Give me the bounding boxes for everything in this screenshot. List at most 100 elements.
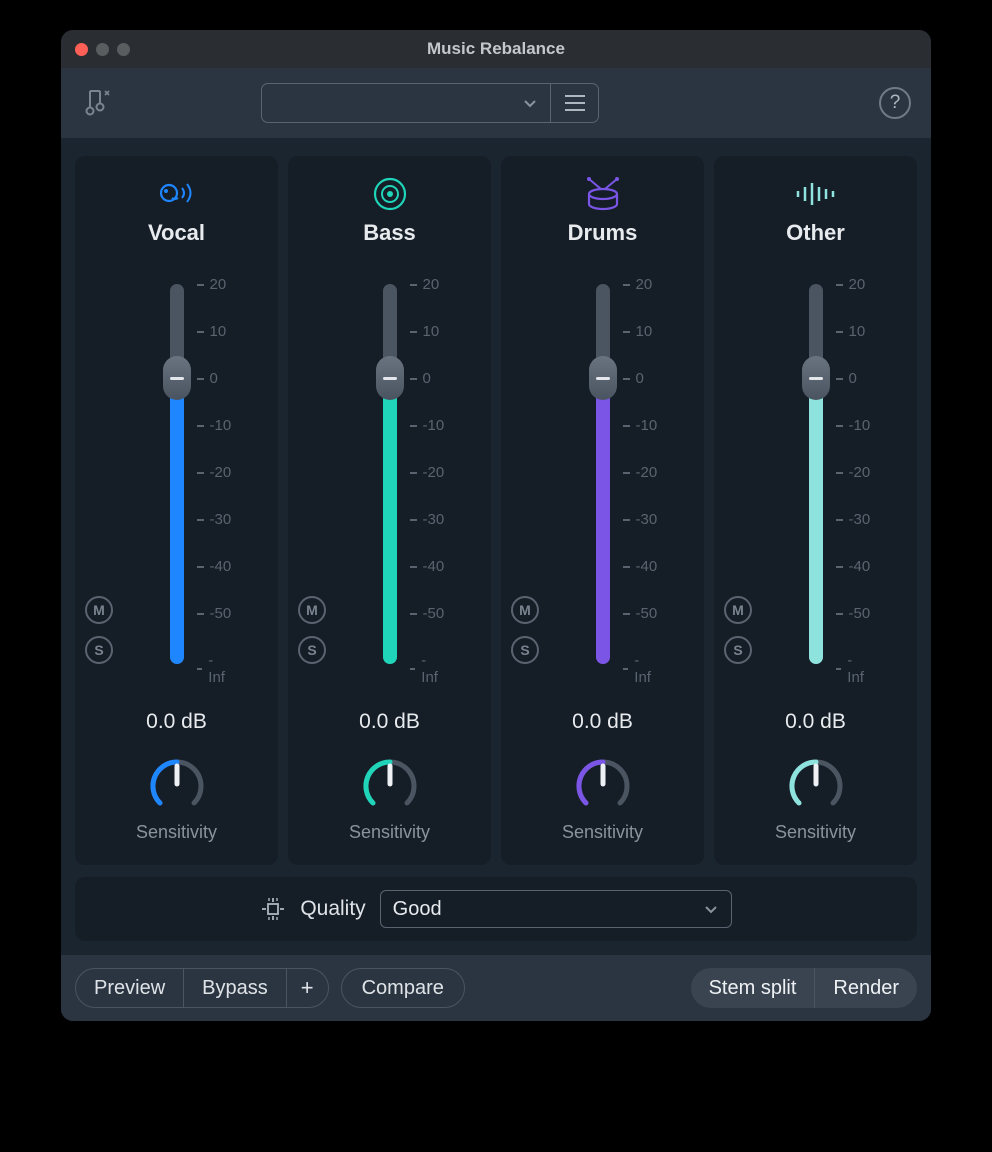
gain-value: 0.0 dB (359, 710, 420, 734)
hamburger-icon (564, 94, 586, 112)
gain-slider[interactable]: 20100-10-20-30-40-50-Inf M S (288, 284, 491, 674)
gain-value: 0.0 dB (572, 710, 633, 734)
scale-tick: 10 (197, 323, 227, 340)
scale-tick: -20 (623, 464, 658, 481)
channel-strips: Vocal 20 10 0 -10 -20 -30 -40 -50 -Inf M S 0.0 d… (75, 156, 917, 865)
scale-tick: -50 (836, 605, 871, 622)
content: Vocal 20 10 0 -10 -20 -30 -40 -50 -Inf M S 0.0 d… (61, 138, 931, 955)
scale-tick: -20 (410, 464, 445, 481)
window-title: Music Rebalance (61, 39, 931, 59)
titlebar: Music Rebalance (61, 30, 931, 68)
help-button[interactable]: ? (879, 87, 911, 119)
stem-split-button[interactable]: Stem split (691, 968, 816, 1008)
channel-name: Drums (568, 220, 638, 246)
vocal-icon (155, 174, 199, 214)
gain-value: 0.0 dB (785, 710, 846, 734)
scale-tick: -30 (410, 511, 445, 528)
mute-button[interactable]: M (85, 596, 113, 624)
other-icon (793, 174, 839, 214)
scale-tick: 20 (836, 276, 866, 293)
scale-tick: 10 (623, 323, 653, 340)
scale-tick: -Inf (410, 652, 440, 686)
chevron-down-icon (522, 95, 538, 111)
scale-tick: -10 (197, 417, 232, 434)
slider-handle[interactable] (589, 356, 617, 400)
quality-select[interactable]: Good (380, 890, 732, 928)
add-button[interactable]: + (287, 969, 328, 1007)
scale-tick: 10 (410, 323, 440, 340)
scale-tick: -10 (836, 417, 871, 434)
scale-tick: 0 (836, 370, 857, 387)
mute-button[interactable]: M (511, 596, 539, 624)
solo-button[interactable]: S (724, 636, 752, 664)
gain-value: 0.0 dB (146, 710, 207, 734)
scale-tick: 0 (197, 370, 218, 387)
scale-tick: -50 (410, 605, 445, 622)
render-button[interactable]: Render (815, 968, 917, 1008)
preset-menu-button[interactable] (551, 83, 599, 123)
channel-name: Bass (363, 220, 416, 246)
gain-slider[interactable]: 20100-10-20-30-40-50-Inf M S (714, 284, 917, 674)
chevron-down-icon (703, 901, 719, 917)
channel-drums: Drums 20100-10-20-30-40-50-Inf M S 0.0 d… (501, 156, 704, 865)
slider-handle[interactable] (163, 356, 191, 400)
scale-tick: -Inf (836, 652, 866, 686)
bass-icon (371, 174, 409, 214)
gain-slider[interactable]: 20100-10-20-30-40-50-Inf M S (75, 284, 278, 674)
preview-group: Preview Bypass + (75, 968, 329, 1008)
channel-name: Vocal (148, 220, 205, 246)
solo-button[interactable]: S (511, 636, 539, 664)
bypass-button[interactable]: Bypass (184, 969, 287, 1007)
quality-label: Quality (300, 897, 365, 921)
drums-icon (581, 174, 625, 214)
scale-tick: -40 (410, 558, 445, 575)
scale-tick: 20 (410, 276, 440, 293)
sensitivity-knob[interactable] (360, 756, 420, 816)
preset-dropdown[interactable] (261, 83, 551, 123)
sensitivity-label: Sensitivity (349, 822, 430, 843)
sensitivity-knob[interactable] (147, 756, 207, 816)
minimize-button[interactable] (96, 43, 109, 56)
sensitivity-label: Sensitivity (562, 822, 643, 843)
quality-row: Quality Good (75, 877, 917, 941)
scale-tick: -30 (623, 511, 658, 528)
compare-button[interactable]: Compare (341, 968, 465, 1008)
toolbar: ? (61, 68, 931, 138)
scale-tick: -40 (623, 558, 658, 575)
scale-tick: -Inf (197, 652, 227, 686)
scale-tick: 20 (197, 276, 227, 293)
scale-tick: 10 (836, 323, 866, 340)
scale-tick: -50 (623, 605, 658, 622)
sensitivity-knob[interactable] (573, 756, 633, 816)
slider-handle[interactable] (376, 356, 404, 400)
solo-button[interactable]: S (85, 636, 113, 664)
scale-tick: -30 (197, 511, 232, 528)
scale-tick: -50 (197, 605, 232, 622)
plugin-window: Music Rebalance (61, 30, 931, 1021)
preview-button[interactable]: Preview (76, 969, 184, 1007)
sensitivity-knob[interactable] (786, 756, 846, 816)
mute-button[interactable]: M (724, 596, 752, 624)
sensitivity-label: Sensitivity (136, 822, 217, 843)
maximize-button[interactable] (117, 43, 130, 56)
scale-tick: -40 (836, 558, 871, 575)
scale-tick: -40 (197, 558, 232, 575)
quality-icon (260, 896, 286, 922)
render-group: Stem split Render (691, 968, 917, 1008)
gain-slider[interactable]: 20100-10-20-30-40-50-Inf M S (501, 284, 704, 674)
slider-handle[interactable] (802, 356, 830, 400)
mute-button[interactable]: M (298, 596, 326, 624)
sensitivity-label: Sensitivity (775, 822, 856, 843)
scale-tick: -30 (836, 511, 871, 528)
window-controls (75, 43, 130, 56)
channel-bass: Bass 20100-10-20-30-40-50-Inf M S 0.0 dB… (288, 156, 491, 865)
channel-other: Other 20100-10-20-30-40-50-Inf M S 0.0 d… (714, 156, 917, 865)
channel-vocal: Vocal 20 10 0 -10 -20 -30 -40 -50 -Inf M S 0.0 d… (75, 156, 278, 865)
scale-tick: -20 (836, 464, 871, 481)
close-button[interactable] (75, 43, 88, 56)
preset-group (261, 83, 599, 123)
solo-button[interactable]: S (298, 636, 326, 664)
module-logo-icon (81, 85, 113, 122)
scale-tick: -20 (197, 464, 232, 481)
scale-tick: -Inf (623, 652, 653, 686)
